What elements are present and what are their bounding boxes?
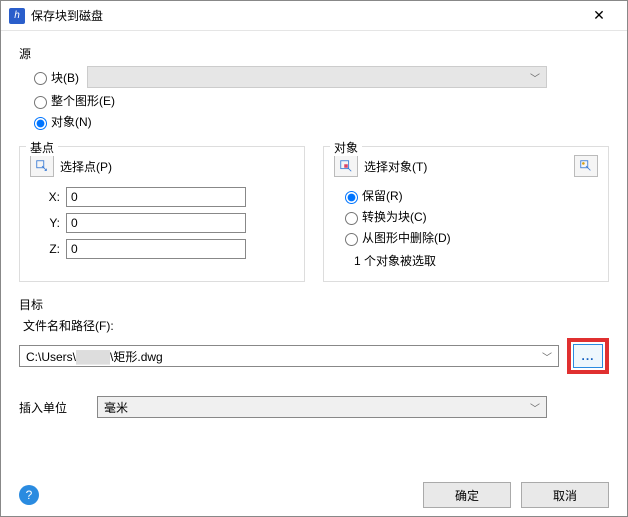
coord-y-row: Y:: [30, 213, 294, 233]
close-button[interactable]: ✕: [579, 1, 619, 31]
quick-select-button[interactable]: [574, 155, 598, 177]
path-row: C:\Users\████\矩形.dwg ﹀ ...: [19, 338, 609, 374]
source-group-label: 源: [19, 45, 609, 62]
coord-z-row: Z:: [30, 239, 294, 259]
cancel-button[interactable]: 取消: [521, 482, 609, 508]
window-title: 保存块到磁盘: [31, 7, 579, 24]
units-label: 插入单位: [19, 399, 79, 416]
coord-x-row: X:: [30, 187, 294, 207]
retain-label: 保留(R): [362, 187, 403, 204]
x-label: X:: [30, 190, 60, 204]
y-input[interactable]: [66, 213, 246, 233]
z-label: Z:: [30, 242, 60, 256]
source-block-label: 块(B): [51, 69, 79, 86]
units-value: 毫米: [104, 399, 128, 416]
select-objects-button[interactable]: [334, 155, 358, 177]
retain-row: 保留(R): [340, 187, 598, 204]
basepoint-legend: 基点: [26, 139, 58, 156]
convert-row: 转换为块(C): [340, 208, 598, 225]
select-objects-row: 选择对象(T): [334, 155, 598, 177]
basepoint-fieldset: 基点 选择点(P) X: Y: Z:: [19, 146, 305, 282]
path-value: C:\Users\████\矩形.dwg: [26, 348, 163, 365]
pick-point-label: 选择点(P): [60, 158, 112, 175]
source-whole-row: 整个图形(E): [29, 92, 609, 109]
select-objects-label: 选择对象(T): [364, 158, 427, 175]
source-objects-row: 对象(N): [29, 113, 609, 130]
ellipsis-icon: ...: [581, 349, 594, 363]
chevron-down-icon: ﹀: [530, 70, 540, 85]
chevron-down-icon: ﹀: [530, 400, 540, 415]
convert-label: 转换为块(C): [362, 208, 427, 225]
objects-fieldset: 对象 选择对象(T) 保留(R) 转换为块(: [323, 146, 609, 282]
units-combo[interactable]: 毫米 ﹀: [97, 396, 547, 418]
footer: ? 确定 取消: [1, 482, 627, 508]
browse-button[interactable]: ...: [573, 344, 603, 368]
pick-point-icon: [35, 159, 49, 173]
delete-row: 从图形中删除(D): [340, 229, 598, 246]
retain-radio[interactable]: [345, 191, 358, 204]
objects-status: 1 个对象被选取: [354, 252, 598, 269]
mid-columns: 基点 选择点(P) X: Y: Z:: [19, 140, 609, 282]
block-name-combo[interactable]: ﹀: [87, 66, 547, 88]
select-objects-icon: [339, 159, 353, 173]
dialog-window: h 保存块到磁盘 ✕ 源 块(B) ﹀ 整个图形(E) 对象(N) 基点: [0, 0, 628, 517]
browse-highlight: ...: [567, 338, 609, 374]
help-button[interactable]: ?: [19, 485, 39, 505]
y-label: Y:: [30, 216, 60, 230]
convert-radio[interactable]: [345, 212, 358, 225]
delete-radio[interactable]: [345, 233, 358, 246]
source-whole-radio[interactable]: [34, 96, 47, 109]
titlebar: h 保存块到磁盘 ✕: [1, 1, 627, 31]
pick-point-row: 选择点(P): [30, 155, 294, 177]
z-input[interactable]: [66, 239, 246, 259]
path-masked: ████: [76, 350, 110, 364]
target-group-label: 目标: [19, 296, 609, 313]
objects-legend: 对象: [330, 139, 362, 156]
app-icon: h: [9, 8, 25, 24]
delete-label: 从图形中删除(D): [362, 229, 451, 246]
x-input[interactable]: [66, 187, 246, 207]
source-block-radio[interactable]: [34, 72, 47, 85]
path-combo[interactable]: C:\Users\████\矩形.dwg ﹀: [19, 345, 559, 367]
source-objects-label: 对象(N): [51, 113, 92, 130]
chevron-down-icon: ﹀: [542, 349, 552, 364]
path-prefix: C:\Users\: [26, 350, 76, 364]
content-area: 源 块(B) ﹀ 整个图形(E) 对象(N) 基点 选择点(P): [1, 31, 627, 418]
units-row: 插入单位 毫米 ﹀: [19, 396, 609, 418]
source-block-row: 块(B) ﹀: [29, 66, 609, 88]
source-objects-radio[interactable]: [34, 117, 47, 130]
pick-point-button[interactable]: [30, 155, 54, 177]
quick-select-icon: [579, 159, 593, 173]
path-label: 文件名和路径(F):: [23, 317, 609, 334]
help-icon: ?: [26, 488, 33, 502]
path-suffix: \矩形.dwg: [110, 350, 163, 364]
source-whole-label: 整个图形(E): [51, 92, 115, 109]
ok-button[interactable]: 确定: [423, 482, 511, 508]
